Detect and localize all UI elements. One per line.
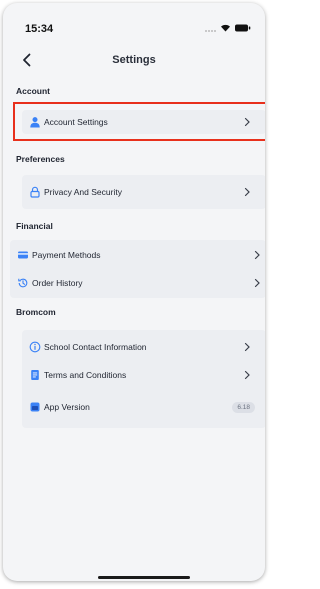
highlight-box [13, 102, 265, 141]
financial-card: Payment Methods Order History [10, 240, 265, 298]
chevron-right-icon [254, 250, 260, 260]
chevron-right-icon [244, 187, 250, 197]
page-title: Settings [112, 54, 156, 66]
privacy-security-label: Privacy And Security [44, 187, 122, 197]
section-label-preferences: Preferences [16, 154, 65, 164]
status-icons [205, 24, 251, 32]
phone-screen: 15:34 Settings Account Account Settings … [3, 3, 265, 581]
bromcom-card: School Contact Information Terms and Con… [22, 330, 265, 428]
school-contact-label: School Contact Information [44, 342, 147, 352]
chevron-right-icon [244, 342, 250, 352]
app-version-label: App Version [44, 402, 90, 412]
school-contact-row[interactable]: School Contact Information [22, 336, 265, 358]
section-label-financial: Financial [16, 221, 53, 231]
nav-bar: Settings [3, 50, 265, 76]
terms-conditions-row[interactable]: Terms and Conditions [22, 364, 265, 386]
history-icon [18, 278, 28, 288]
payment-methods-row[interactable]: Payment Methods [10, 244, 265, 266]
chevron-right-icon [254, 278, 260, 288]
status-bar: 15:34 [3, 3, 265, 43]
signal-icon [205, 24, 216, 32]
privacy-security-row[interactable]: Privacy And Security [22, 181, 265, 203]
status-time: 15:34 [25, 23, 54, 35]
order-history-row[interactable]: Order History [10, 272, 265, 294]
battery-icon [235, 24, 251, 32]
app-icon [30, 402, 40, 412]
chevron-right-icon [244, 370, 250, 380]
terms-conditions-label: Terms and Conditions [44, 370, 127, 380]
section-label-bromcom: Bromcom [16, 307, 56, 317]
home-indicator[interactable] [98, 576, 190, 579]
preferences-card: Privacy And Security [22, 175, 265, 209]
version-badge: 6.18 [232, 401, 255, 413]
info-icon [29, 341, 41, 353]
app-version-row: App Version 6.18 [22, 396, 265, 418]
lock-icon [30, 186, 40, 198]
document-icon [31, 370, 39, 380]
order-history-label: Order History [32, 278, 83, 288]
section-label-account: Account [16, 86, 50, 96]
credit-card-icon [18, 251, 28, 259]
payment-methods-label: Payment Methods [32, 250, 101, 260]
wifi-icon [221, 24, 230, 32]
